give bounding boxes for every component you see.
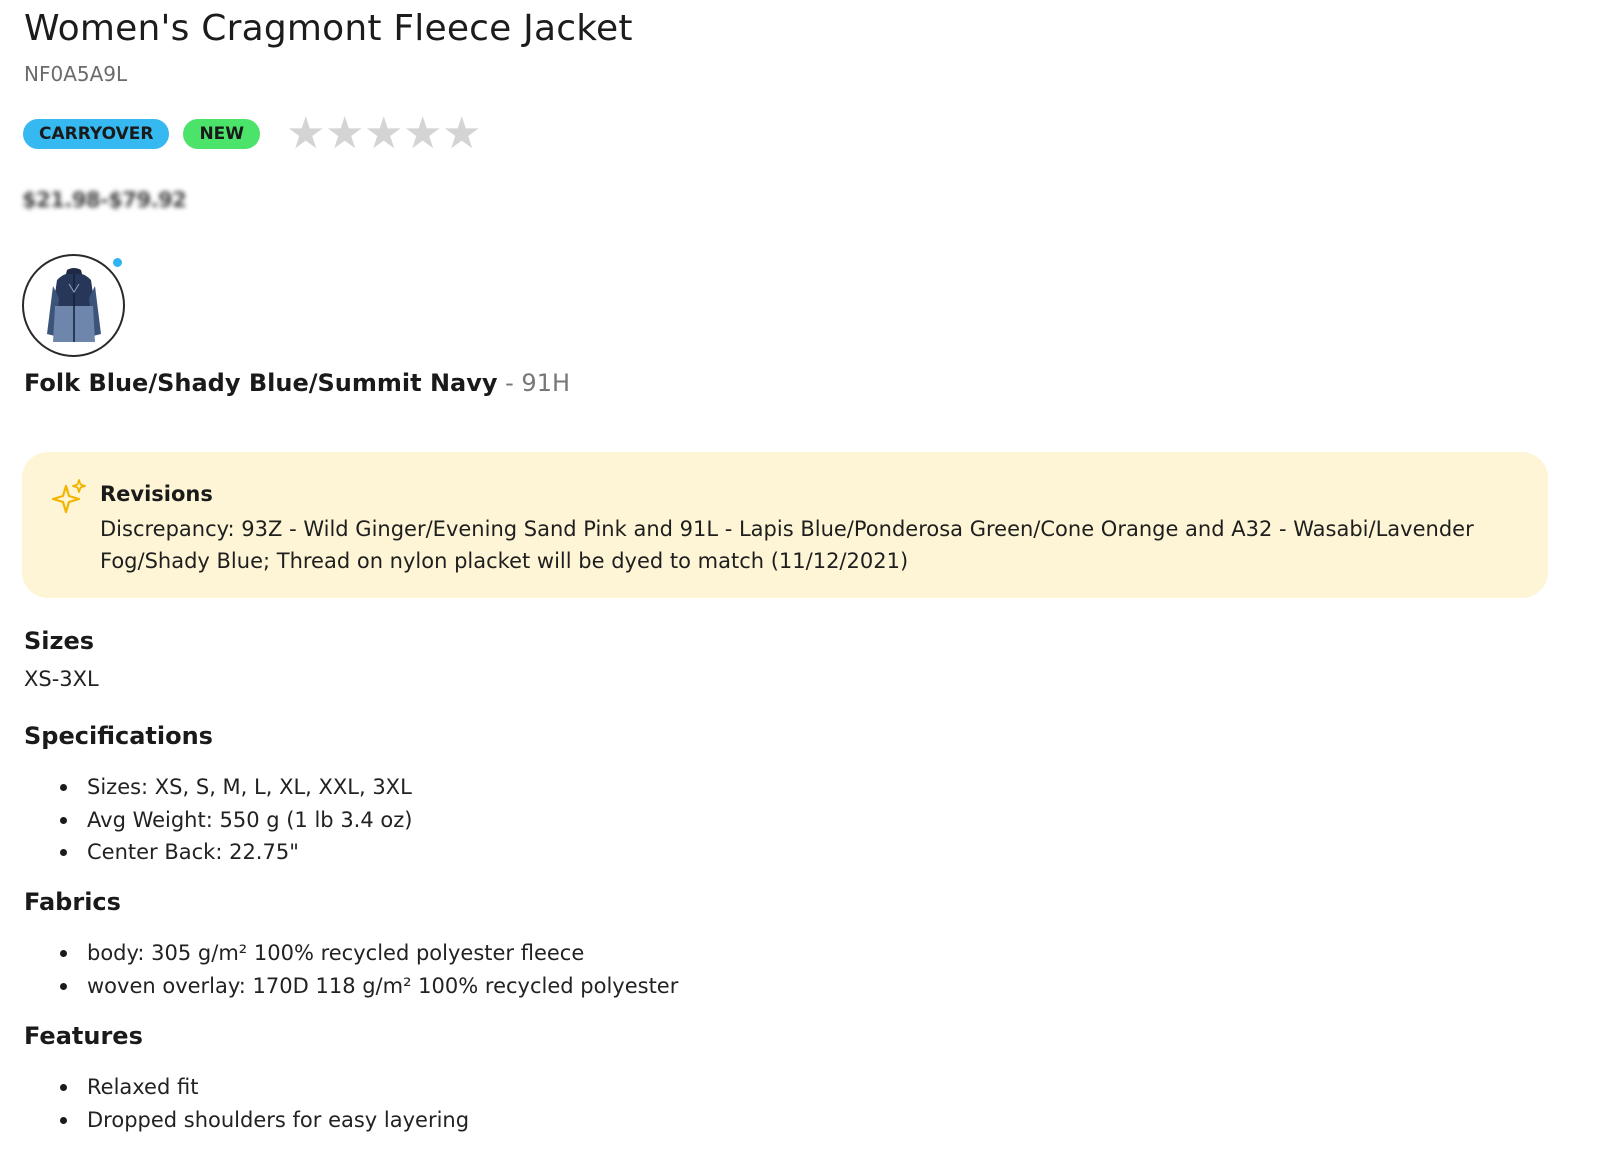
selected-indicator-dot <box>111 256 124 269</box>
star-rating[interactable]: ★ ★ ★ ★ ★ <box>286 112 481 156</box>
list-item: Dropped shoulders for easy layering <box>60 1104 469 1137</box>
features-heading: Features <box>24 1022 143 1050</box>
colorway-label: Folk Blue/Shady Blue/Summit Navy - 91H <box>24 369 570 397</box>
carryover-badge: CARRYOVER <box>23 119 170 149</box>
price-range: $21.98-$79.92 <box>22 188 187 212</box>
badge-row: CARRYOVER NEW ★ ★ ★ ★ ★ <box>23 112 482 156</box>
list-item: body: 305 g/m² 100% recycled polyester f… <box>60 937 678 970</box>
list-item: Avg Weight: 550 g (1 lb 3.4 oz) <box>60 804 412 837</box>
star-icon[interactable]: ★ <box>442 112 481 156</box>
list-item: Sizes: XS, S, M, L, XL, XXL, 3XL <box>60 771 412 804</box>
colorway-swatch[interactable] <box>22 254 125 357</box>
revisions-text: Discrepancy: 93Z - Wild Ginger/Evening S… <box>100 517 1474 573</box>
product-title: Women's Cragmont Fleece Jacket <box>24 8 633 49</box>
specifications-heading: Specifications <box>24 722 213 750</box>
star-icon[interactable]: ★ <box>403 112 442 156</box>
product-sku: NF0A5A9L <box>24 62 128 86</box>
sizes-heading: Sizes <box>24 627 95 655</box>
star-icon[interactable]: ★ <box>286 112 325 156</box>
jacket-thumbnail-icon <box>46 267 101 342</box>
sparkle-icon <box>51 479 86 514</box>
features-list: Relaxed fit Dropped shoulders for easy l… <box>60 1071 469 1136</box>
sizes-value: XS-3XL <box>24 667 99 691</box>
colorway-code: - 91H <box>497 369 571 397</box>
revisions-panel: Revisions Discrepancy: 93Z - Wild Ginger… <box>22 452 1548 598</box>
revisions-title: Revisions <box>100 482 213 506</box>
star-icon[interactable]: ★ <box>364 112 403 156</box>
colorway-name: Folk Blue/Shady Blue/Summit Navy <box>24 369 498 397</box>
fabrics-heading: Fabrics <box>24 888 121 916</box>
list-item: Center Back: 22.75" <box>60 836 412 869</box>
new-badge: NEW <box>183 119 261 149</box>
list-item: woven overlay: 170D 118 g/m² 100% recycl… <box>60 970 678 1003</box>
fabrics-list: body: 305 g/m² 100% recycled polyester f… <box>60 937 678 1002</box>
list-item: Relaxed fit <box>60 1071 469 1104</box>
star-icon[interactable]: ★ <box>325 112 364 156</box>
specifications-list: Sizes: XS, S, M, L, XL, XXL, 3XL Avg Wei… <box>60 771 412 869</box>
